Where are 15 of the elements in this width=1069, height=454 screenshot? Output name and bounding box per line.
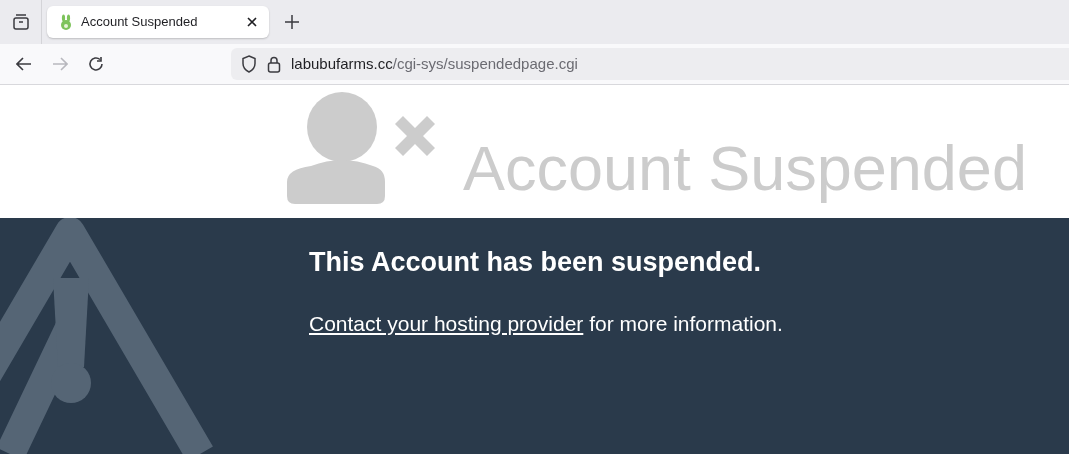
browser-tab[interactable]: Account Suspended — [47, 6, 269, 38]
close-icon[interactable] — [247, 17, 257, 27]
url-text: labubufarms.cc/cgi-sys/suspendedpage.cgi — [291, 53, 578, 74]
new-tab-icon[interactable] — [285, 15, 299, 29]
lock-icon[interactable] — [267, 55, 281, 73]
suspended-heading: This Account has been suspended. — [309, 246, 763, 279]
reload-icon[interactable] — [88, 56, 104, 72]
shield-icon[interactable] — [241, 55, 257, 73]
address-bar[interactable]: labubufarms.cc/cgi-sys/suspendedpage.cgi — [231, 48, 1069, 80]
contact-link[interactable]: Contact your hosting provider — [309, 311, 584, 335]
rabbit-favicon-icon — [59, 14, 73, 30]
back-arrow-icon[interactable] — [16, 57, 32, 71]
tab-list-icon[interactable] — [11, 13, 30, 31]
tab-title: Account Suspended — [81, 13, 199, 32]
info-message: Contact your hosting provider for more information. — [309, 310, 784, 337]
